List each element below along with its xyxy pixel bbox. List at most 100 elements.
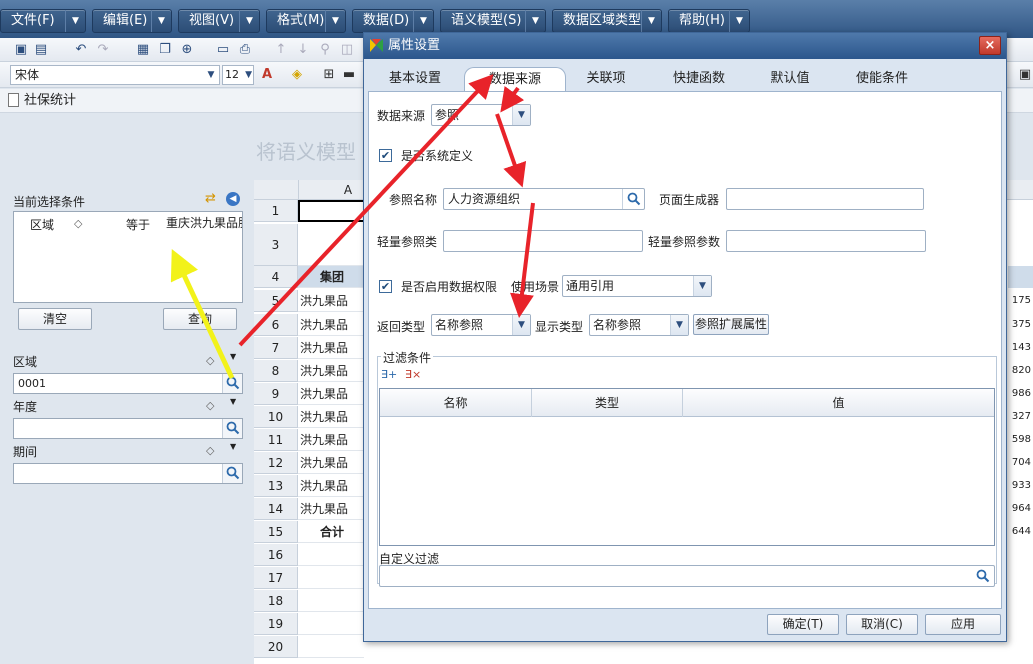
cell-a[interactable]: 洪九果品 bbox=[298, 452, 364, 474]
tab-associations[interactable]: 关联项 bbox=[576, 67, 636, 91]
tab-basic-settings[interactable]: 基本设置 bbox=[382, 67, 448, 91]
custom-filter-input[interactable] bbox=[379, 565, 995, 587]
row-header[interactable]: 4 bbox=[254, 266, 298, 288]
return-type-select[interactable]: 名称参照 ▼ bbox=[431, 314, 531, 336]
display-type-select[interactable]: 名称参照 ▼ bbox=[589, 314, 689, 336]
page-generator-input[interactable] bbox=[726, 188, 924, 210]
cell-a[interactable]: 洪九果品 bbox=[298, 290, 364, 312]
cell-a[interactable]: 洪九果品 bbox=[298, 475, 364, 497]
font-size-select[interactable]: 12 ▼ bbox=[222, 65, 254, 85]
row-header[interactable]: 6 bbox=[254, 314, 298, 336]
search-icon[interactable] bbox=[222, 464, 242, 483]
row-header[interactable]: 17 bbox=[254, 567, 298, 589]
cell-a[interactable]: 洪九果品 bbox=[298, 429, 364, 451]
grid-icon[interactable]: ▦ bbox=[134, 41, 152, 59]
search-icon[interactable] bbox=[972, 566, 994, 586]
row-header[interactable]: 12 bbox=[254, 452, 298, 474]
filter-table[interactable]: 名称 类型 值 bbox=[379, 388, 995, 546]
copy-icon[interactable]: ❐ bbox=[156, 41, 174, 59]
light-ref-class-input[interactable] bbox=[443, 230, 643, 252]
menu-help[interactable]: 帮助(H) ▼ bbox=[668, 9, 750, 33]
row-header[interactable]: 20 bbox=[254, 636, 298, 658]
row-header[interactable]: 7 bbox=[254, 337, 298, 359]
cancel-button[interactable]: 取消(C) bbox=[846, 614, 918, 635]
menu-data-region-type[interactable]: 数据区域类型 ▼ bbox=[552, 9, 662, 33]
merge-icon[interactable]: ▬ bbox=[340, 66, 358, 84]
column-value[interactable]: 值 bbox=[683, 389, 994, 417]
row-header[interactable]: 10 bbox=[254, 406, 298, 428]
row-header[interactable]: 9 bbox=[254, 383, 298, 405]
cell-a[interactable]: 洪九果品 bbox=[298, 337, 364, 359]
cell-a[interactable]: 合计 bbox=[298, 521, 364, 543]
filter-icon[interactable]: ⚲ bbox=[316, 41, 334, 59]
year-input[interactable] bbox=[13, 418, 243, 439]
menu-view[interactable]: 视图(V) ▼ bbox=[178, 9, 260, 33]
add-row-icon[interactable]: ∃+ bbox=[381, 368, 397, 381]
chevron-down-icon[interactable]: ▼ bbox=[230, 397, 236, 406]
row-header[interactable]: 5 bbox=[254, 290, 298, 312]
undo-icon[interactable]: ↶ bbox=[72, 41, 90, 59]
eraser-icon[interactable]: ◇ bbox=[206, 354, 214, 367]
cell-a[interactable]: 洪九果品 bbox=[298, 406, 364, 428]
search-icon[interactable] bbox=[222, 374, 242, 393]
row-header[interactable]: 3 bbox=[254, 224, 298, 266]
column-type[interactable]: 类型 bbox=[532, 389, 683, 417]
query-button[interactable]: 查询 bbox=[163, 308, 237, 330]
menu-semantic-model[interactable]: 语义模型(S) ▼ bbox=[440, 9, 546, 33]
row-header[interactable]: 16 bbox=[254, 544, 298, 566]
system-defined-checkbox[interactable]: ✔ bbox=[379, 149, 392, 162]
row-header[interactable]: 8 bbox=[254, 360, 298, 382]
cell-a[interactable] bbox=[298, 544, 364, 566]
fill-color-icon[interactable]: ◈ bbox=[288, 66, 306, 84]
tab-enable-conditions[interactable]: 使能条件 bbox=[846, 67, 918, 91]
ok-button[interactable]: 确定(T) bbox=[767, 614, 839, 635]
row-header[interactable]: 1 bbox=[254, 200, 298, 222]
menu-edit[interactable]: 编辑(E) ▼ bbox=[92, 9, 172, 33]
chevron-down-icon[interactable]: ▼ bbox=[230, 442, 236, 451]
eraser-icon[interactable]: ◇ bbox=[206, 399, 214, 412]
cell-a[interactable]: 洪九果品 bbox=[298, 383, 364, 405]
data-source-select[interactable]: 参照 ▼ bbox=[431, 104, 531, 126]
ref-extension-button[interactable]: 参照扩展属性 bbox=[693, 314, 769, 335]
menu-data[interactable]: 数据(D) ▼ bbox=[352, 9, 434, 33]
search-icon[interactable] bbox=[222, 419, 242, 438]
print-icon[interactable]: ⎙ bbox=[236, 41, 254, 59]
redo-icon[interactable]: ↷ bbox=[94, 41, 112, 59]
menu-file[interactable]: 文件(F) ▼ bbox=[0, 9, 86, 33]
row-header[interactable]: 18 bbox=[254, 590, 298, 612]
row-header[interactable]: 13 bbox=[254, 475, 298, 497]
sort-asc-icon[interactable]: ↑ bbox=[272, 41, 290, 59]
border-icon[interactable]: ⊞ bbox=[320, 66, 338, 84]
column-name[interactable]: 名称 bbox=[380, 389, 532, 417]
font-color-icon[interactable]: A bbox=[258, 66, 276, 84]
cell-a[interactable]: 洪九果品 bbox=[298, 498, 364, 520]
chart-icon[interactable]: ◫ bbox=[338, 41, 356, 59]
eraser-icon[interactable]: ◇ bbox=[206, 444, 214, 457]
swap-icon[interactable]: ⇄ bbox=[205, 191, 216, 206]
save-all-icon[interactable]: ▤ bbox=[32, 41, 50, 59]
cell-a[interactable]: 集团 bbox=[298, 266, 364, 288]
cell-a[interactable]: 洪九果品 bbox=[298, 360, 364, 382]
sort-desc-icon[interactable]: ↓ bbox=[294, 41, 312, 59]
eraser-icon[interactable]: ◇ bbox=[74, 217, 82, 230]
preview-icon[interactable]: ▭ bbox=[214, 41, 232, 59]
dialog-title-bar[interactable]: 属性设置 bbox=[364, 33, 1006, 59]
delete-row-icon[interactable]: ∃× bbox=[405, 368, 421, 381]
row-header[interactable]: 15 bbox=[254, 521, 298, 543]
tab-quick-functions[interactable]: 快捷函数 bbox=[664, 67, 734, 91]
cell-a[interactable] bbox=[298, 567, 364, 589]
cell-a[interactable] bbox=[298, 590, 364, 612]
chevron-down-icon[interactable]: ▼ bbox=[230, 352, 236, 361]
row-header[interactable]: 14 bbox=[254, 498, 298, 520]
save-icon[interactable]: ▣ bbox=[12, 41, 30, 59]
font-name-select[interactable]: 宋体 ▼ bbox=[10, 65, 220, 85]
period-input[interactable] bbox=[13, 463, 243, 484]
find-icon[interactable]: ⊕ bbox=[178, 41, 196, 59]
cell-a[interactable] bbox=[298, 636, 364, 658]
light-ref-param-input[interactable] bbox=[726, 230, 926, 252]
region-input[interactable]: 0001 bbox=[13, 373, 243, 394]
layout-icon[interactable]: ▣ bbox=[1016, 66, 1033, 84]
collapse-icon[interactable]: ◀ bbox=[226, 192, 240, 206]
cell-a[interactable] bbox=[298, 613, 364, 635]
menu-format[interactable]: 格式(M) ▼ bbox=[266, 9, 346, 33]
